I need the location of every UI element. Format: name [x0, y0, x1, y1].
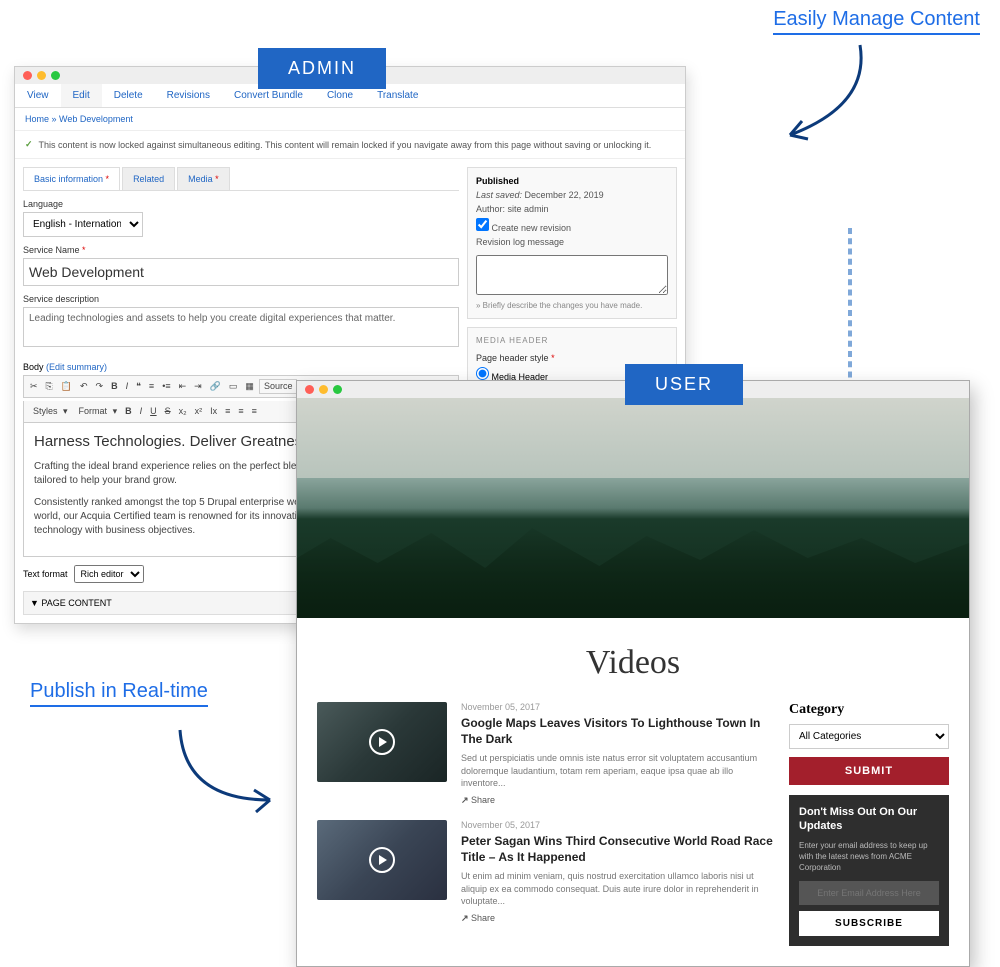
tool-outdent-icon[interactable]: ⇤ [176, 379, 190, 394]
tool-align-right-icon[interactable]: ≡ [249, 404, 260, 419]
tool-list-ul-icon[interactable]: •≡ [159, 379, 173, 394]
create-revision-checkbox[interactable] [476, 218, 489, 231]
publish-box: Published Last saved: December 22, 2019 … [467, 167, 677, 319]
article-excerpt: Sed ut perspiciatis unde omnis iste natu… [461, 752, 773, 790]
revision-log-textarea[interactable] [476, 255, 668, 295]
subtab-media[interactable]: Media * [177, 167, 230, 190]
tool-table-icon[interactable]: ▦ [242, 379, 257, 394]
newsletter-box: Don't Miss Out On Our Updates Enter your… [789, 795, 949, 946]
callout-publish-realtime: Publish in Real-time [30, 680, 208, 707]
tool-undo-icon[interactable]: ↶ [77, 379, 91, 394]
service-name-input[interactable] [23, 258, 459, 286]
email-input[interactable] [799, 881, 939, 905]
language-label: Language [23, 199, 459, 209]
media-header-label: MEDIA HEADER [476, 336, 668, 345]
lock-notice: ✓ This content is now locked against sim… [15, 131, 685, 159]
article-title[interactable]: Peter Sagan Wins Third Consecutive World… [461, 834, 773, 865]
callout-manage-content: Easily Manage Content [773, 8, 980, 35]
check-icon: ✓ [25, 139, 33, 150]
service-desc-label: Service description [23, 294, 459, 304]
article-date: November 05, 2017 [461, 820, 773, 830]
submit-button[interactable]: SUBMIT [789, 757, 949, 785]
subscribe-button[interactable]: SUBSCRIBE [799, 911, 939, 936]
publish-title: Published [476, 176, 668, 186]
breadcrumb[interactable]: Home » Web Development [15, 108, 685, 131]
page-header-style-label: Page header style * [476, 353, 668, 363]
share-link[interactable]: Share [461, 795, 773, 806]
tool-indent-icon[interactable]: ⇥ [191, 379, 205, 394]
revision-hint: » Briefly describe the changes you have … [476, 301, 668, 310]
tool-image-icon[interactable]: ▭ [226, 379, 241, 394]
page-title: Videos [297, 618, 969, 702]
article-list: November 05, 2017 Google Maps Leaves Vis… [317, 702, 773, 946]
newsletter-text: Enter your email address to keep up with… [799, 840, 939, 874]
tool-underline-icon[interactable]: U [147, 404, 160, 419]
tool-quote-icon[interactable]: ❝ [133, 379, 144, 394]
tool-paste-icon[interactable]: 📋 [58, 379, 75, 394]
body-label: Body (Edit summary) [23, 362, 459, 372]
tool-link-icon[interactable]: 🔗 [207, 379, 224, 394]
play-icon [369, 729, 395, 755]
text-format-select[interactable]: Rich editor [74, 565, 144, 583]
edit-summary-link[interactable]: (Edit summary) [46, 362, 107, 372]
video-thumbnail[interactable] [317, 702, 447, 782]
language-select[interactable]: English - International [23, 212, 143, 237]
connector-dashed [848, 228, 852, 398]
article-item[interactable]: November 05, 2017 Google Maps Leaves Vis… [317, 702, 773, 806]
play-icon [369, 847, 395, 873]
tool-clear-icon[interactable]: Ix [207, 404, 220, 419]
tab-edit[interactable]: Edit [61, 84, 102, 107]
tool-bold2-icon[interactable]: B [122, 404, 135, 419]
tool-sub-icon[interactable]: x₂ [176, 404, 190, 419]
lock-notice-text: This content is now locked against simul… [39, 140, 652, 150]
tool-italic2-icon[interactable]: I [137, 404, 146, 419]
tool-sup-icon[interactable]: x² [192, 404, 206, 419]
create-revision-row[interactable]: Create new revision [476, 218, 668, 233]
article-date: November 05, 2017 [461, 702, 773, 712]
user-window: Videos November 05, 2017 Google Maps Lea… [296, 380, 970, 967]
author-row: Author: site admin [476, 204, 668, 214]
tab-delete[interactable]: Delete [102, 84, 155, 107]
video-thumbnail[interactable] [317, 820, 447, 900]
revision-log-label: Revision log message [476, 237, 668, 247]
last-saved-row: Last saved: December 22, 2019 [476, 190, 668, 200]
tool-strike-icon[interactable]: S [162, 404, 174, 419]
tool-align-center-icon[interactable]: ≡ [235, 404, 246, 419]
tool-redo-icon[interactable]: ↷ [93, 379, 107, 394]
subtab-basic[interactable]: Basic information * [23, 167, 120, 190]
tool-bold-icon[interactable]: B [108, 379, 121, 394]
format-dropdown[interactable]: Format ▾ [73, 404, 121, 419]
styles-dropdown[interactable]: Styles ▾ [27, 404, 71, 419]
tab-revisions[interactable]: Revisions [155, 84, 222, 107]
tool-italic-icon[interactable]: I [123, 379, 132, 394]
tool-copy-icon[interactable]: ⎘ [43, 379, 56, 394]
arrow-top [760, 35, 880, 155]
article-excerpt: Ut enim ad minim veniam, quis nostrud ex… [461, 870, 773, 908]
service-name-label: Service Name * [23, 245, 459, 255]
text-format-label: Text format [23, 569, 68, 579]
article-title[interactable]: Google Maps Leaves Visitors To Lighthous… [461, 716, 773, 747]
tab-view[interactable]: View [15, 84, 61, 107]
user-sidebar: Category All Categories SUBMIT Don't Mis… [789, 702, 949, 946]
arrow-left [170, 710, 290, 830]
service-desc-textarea[interactable]: Leading technologies and assets to help … [23, 307, 459, 347]
label-admin: ADMIN [258, 48, 386, 89]
tool-source[interactable]: Source [259, 379, 298, 394]
article-item[interactable]: November 05, 2017 Peter Sagan Wins Third… [317, 820, 773, 924]
tool-list-ol-icon[interactable]: ≡ [146, 379, 157, 394]
label-user: USER [625, 364, 743, 405]
admin-sub-tabs: Basic information * Related Media * [23, 167, 459, 191]
category-select[interactable]: All Categories [789, 724, 949, 749]
newsletter-title: Don't Miss Out On Our Updates [799, 805, 939, 834]
subtab-related[interactable]: Related [122, 167, 175, 190]
tool-align-left-icon[interactable]: ≡ [222, 404, 233, 419]
tool-cut-icon[interactable]: ✂ [27, 379, 41, 394]
hero-image [297, 398, 969, 618]
category-heading: Category [789, 702, 949, 718]
share-link[interactable]: Share [461, 913, 773, 924]
